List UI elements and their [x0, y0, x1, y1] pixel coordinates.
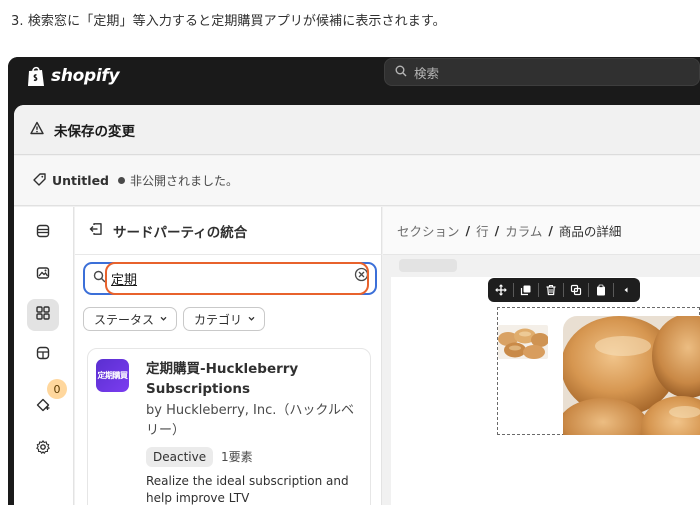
toolbar-divider: [538, 283, 539, 297]
copy-icon[interactable]: [568, 282, 584, 298]
breadcrumb-separator: /: [494, 223, 500, 238]
shopify-logo[interactable]: shopify: [26, 65, 120, 87]
breadcrumb-section[interactable]: セクション: [397, 221, 460, 240]
bread-product-image[interactable]: [563, 316, 700, 435]
theme-editor: 未保存の変更 Untitled 非公開されました。 0 サードパーティの統合 定…: [14, 105, 700, 505]
paste-icon[interactable]: [593, 282, 609, 298]
app-description: Realize the ideal subscription and help …: [146, 474, 349, 505]
rail-theme-settings-button[interactable]: [27, 259, 59, 291]
delete-icon[interactable]: [543, 282, 559, 298]
third-party-integrations-panel: サードパーティの統合 定期 ステータス カテゴリ 定期購買 定期購買-Huckl…: [75, 207, 382, 505]
back-arrow-icon[interactable]: [89, 222, 103, 240]
sections-icon: [35, 223, 51, 243]
unsaved-changes-label: 未保存の変更: [54, 123, 135, 140]
breadcrumb-current: 商品の詳細: [558, 224, 622, 239]
toolbar-divider: [613, 283, 614, 297]
element-count: 1要素: [221, 450, 253, 464]
search-placeholder: 検索: [414, 65, 440, 81]
breadcrumb: セクション / 行 / カラム / 商品の詳細: [383, 207, 700, 255]
duplicate-icon[interactable]: [518, 282, 534, 298]
rail-sections-button[interactable]: [27, 217, 59, 249]
filter-label: カテゴリ: [194, 312, 243, 327]
tag-icon: [32, 172, 47, 190]
rail-apps-button[interactable]: [27, 299, 59, 331]
shopify-bag-icon: [26, 65, 46, 87]
status-dot: [118, 177, 125, 184]
block-toolbar: [488, 278, 640, 302]
placeholder-pill: [399, 259, 457, 272]
page-title[interactable]: Untitled: [52, 173, 109, 188]
add-app-icon: [35, 397, 51, 417]
status-badge: Deactive: [146, 447, 214, 467]
app-name: 定期購買-Huckleberry Subscriptions: [146, 361, 299, 397]
notification-badge: 0: [47, 379, 67, 399]
chevron-down-icon: [159, 312, 168, 326]
breadcrumb-separator: /: [465, 223, 471, 238]
category-filter[interactable]: カテゴリ: [183, 307, 266, 331]
publish-status: 非公開されました。: [130, 174, 239, 188]
filter-label: ステータス: [94, 312, 155, 327]
breadcrumb-separator: /: [548, 223, 553, 238]
filter-row: ステータス カテゴリ: [83, 307, 266, 331]
panel-header: サードパーティの統合: [75, 207, 382, 255]
panel-title: サードパーティの統合: [113, 224, 248, 241]
instruction-text: 3. 検索窓に「定期」等入力すると定期購買アプリが候補に表示されます。: [11, 14, 446, 29]
editor-rail: 0: [14, 207, 74, 505]
chevron-down-icon: [247, 312, 256, 326]
preview-area: セクション / 行 / カラム / 商品の詳細: [383, 207, 700, 505]
apps-grid-icon: [35, 305, 51, 325]
rail-blocks-button[interactable]: [27, 339, 59, 371]
shopify-admin-window: shopify 検索 未保存の変更 Untitled 非公開されました。 0 サ…: [8, 57, 700, 505]
gear-icon: [35, 439, 51, 459]
brand-name: shopify: [51, 66, 120, 86]
bread-thumbnail[interactable]: [498, 325, 548, 359]
preview-subbar: [383, 256, 700, 276]
app-developer: by Huckleberry, Inc.（ハックルベリー）: [146, 403, 355, 438]
breadcrumb-row[interactable]: 行: [476, 221, 489, 240]
block-icon: [35, 345, 51, 365]
unsaved-changes-bar: 未保存の変更: [14, 105, 700, 155]
toolbar-divider: [563, 283, 564, 297]
toolbar-divider: [513, 283, 514, 297]
rail-settings-button[interactable]: [27, 433, 59, 465]
move-icon[interactable]: [493, 282, 509, 298]
status-filter[interactable]: ステータス: [83, 307, 178, 331]
caret-left-icon[interactable]: [618, 282, 634, 298]
highlight-annotation: [105, 262, 369, 295]
top-bar: shopify 検索: [8, 57, 700, 101]
search-icon: [395, 65, 407, 80]
page-status-row: Untitled 非公開されました。: [14, 156, 700, 206]
warning-icon: [30, 121, 44, 139]
app-icon: 定期購買: [96, 359, 129, 392]
toolbar-divider: [588, 283, 589, 297]
paint-icon: [35, 265, 51, 285]
global-search-input[interactable]: 検索: [384, 58, 700, 86]
app-result-card[interactable]: 定期購買 定期購買-Huckleberry Subscriptions by H…: [87, 348, 371, 505]
breadcrumb-column[interactable]: カラム: [505, 221, 542, 240]
